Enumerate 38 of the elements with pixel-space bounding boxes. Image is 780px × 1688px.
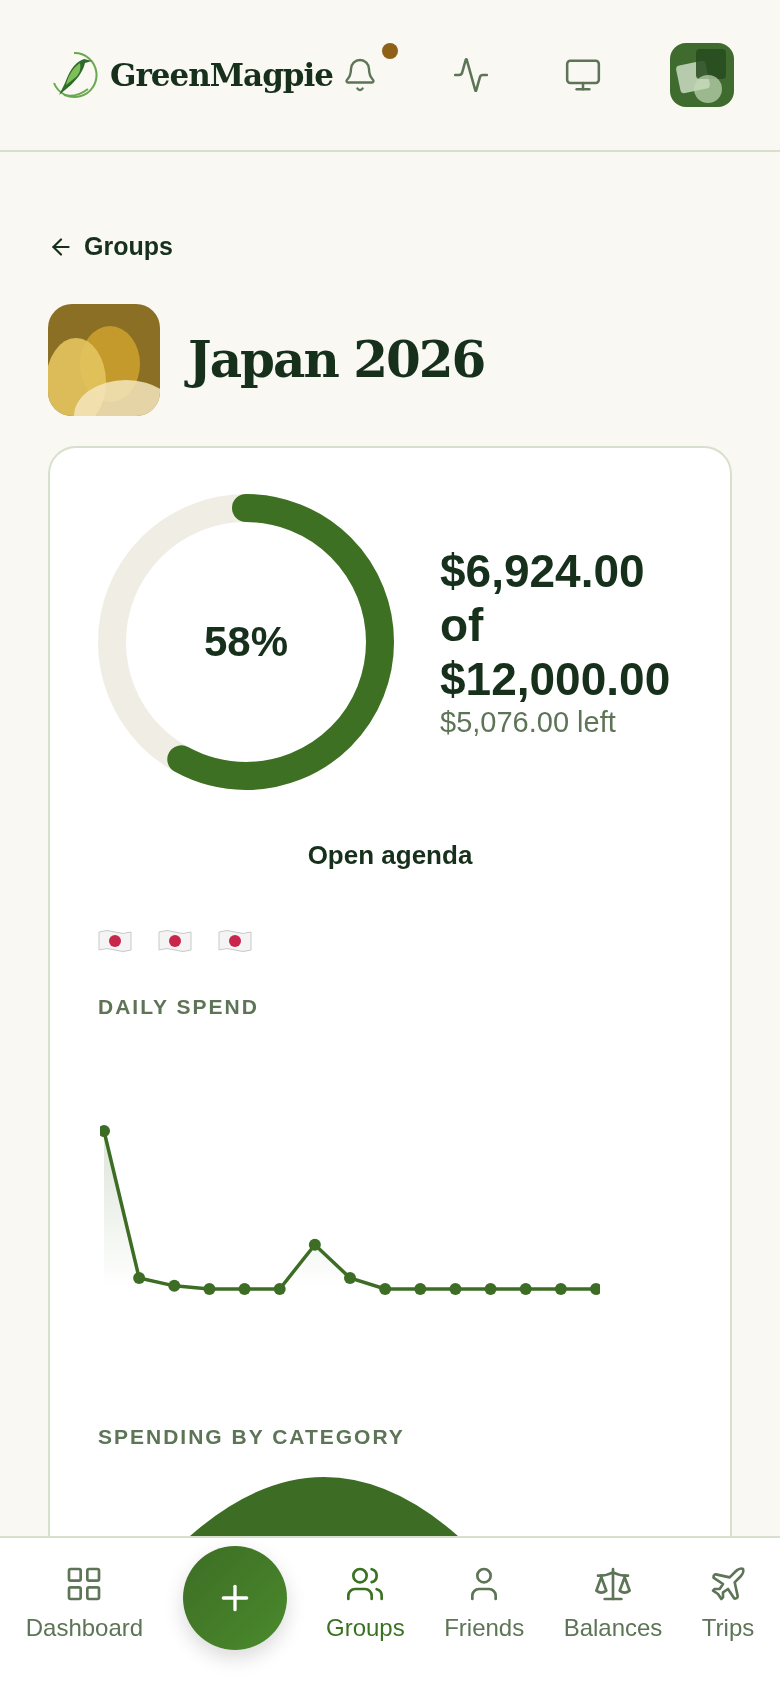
of-label: of bbox=[440, 598, 485, 652]
data-point bbox=[554, 1282, 567, 1295]
total-amount: $12,000.00 bbox=[440, 652, 671, 706]
bell-icon bbox=[342, 57, 378, 93]
data-point bbox=[100, 1124, 110, 1137]
percent-label: 58% bbox=[203, 617, 289, 666]
open-agenda-link[interactable]: Open agenda bbox=[307, 839, 473, 871]
data-point bbox=[273, 1282, 286, 1295]
section-title: DAILY SPEND bbox=[98, 994, 260, 1019]
data-point bbox=[344, 1271, 356, 1284]
brand-name: GreenMagpie bbox=[110, 57, 334, 93]
data-point bbox=[590, 1282, 600, 1295]
magpie-logo-icon bbox=[50, 49, 98, 101]
data-point bbox=[203, 1282, 216, 1295]
remaining-amount: $5,076.00 left bbox=[440, 706, 617, 739]
data-point bbox=[414, 1282, 427, 1295]
data-point bbox=[238, 1282, 251, 1295]
nav-tab[interactable]: Dashboard bbox=[25, 1564, 144, 1642]
data-point bbox=[519, 1282, 532, 1295]
spent-amount: $6,924.00 bbox=[440, 544, 646, 598]
nav-tab[interactable]: Balances bbox=[563, 1564, 663, 1642]
data-point bbox=[308, 1238, 321, 1251]
data-point bbox=[168, 1279, 181, 1292]
monitor-icon bbox=[564, 56, 602, 94]
data-point bbox=[484, 1282, 497, 1295]
japan-flag-icon bbox=[98, 928, 132, 953]
section-title: SPENDING BY CATEGORY bbox=[98, 1424, 406, 1449]
user-avatar[interactable] bbox=[670, 43, 734, 107]
data-point bbox=[133, 1271, 146, 1284]
data-point bbox=[449, 1282, 462, 1295]
pulse-icon bbox=[452, 56, 490, 94]
japan-flag-icon bbox=[218, 928, 252, 953]
japan-flag-icon bbox=[158, 928, 192, 953]
nav-tab[interactable]: Trips bbox=[701, 1564, 755, 1642]
back-link[interactable]: Groups bbox=[48, 232, 173, 261]
nav-tab[interactable]: Friends bbox=[444, 1564, 525, 1642]
nav-tab[interactable]: Groups bbox=[326, 1564, 405, 1642]
data-point bbox=[379, 1282, 392, 1295]
